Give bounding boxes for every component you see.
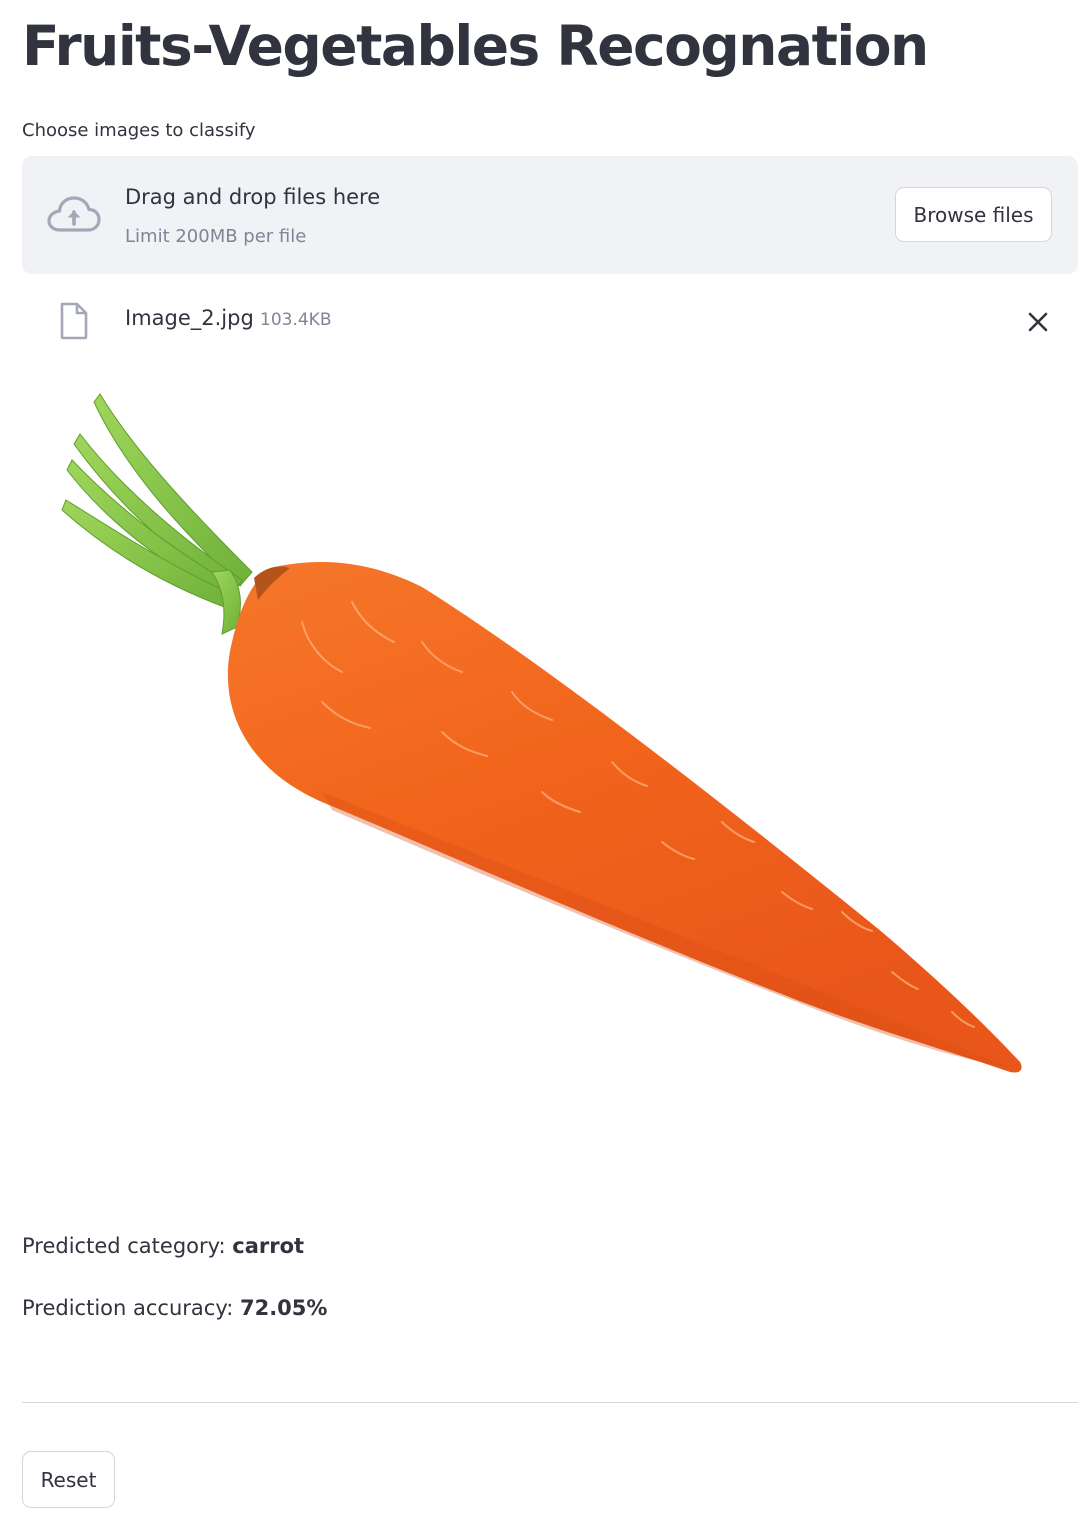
carrot-image <box>61 393 1022 1073</box>
predicted-category-label: Predicted category: <box>22 1234 233 1258</box>
divider <box>22 1402 1078 1403</box>
prediction-accuracy-value: 72.05% <box>239 1296 328 1320</box>
uploader-label: Choose images to classify <box>22 120 256 141</box>
predicted-category: Predicted category: carrot <box>22 1234 304 1258</box>
dropzone-title: Drag and drop files here <box>125 185 381 209</box>
dropzone-limit: Limit 200MB per file <box>125 226 307 247</box>
prediction-accuracy: Prediction accuracy: 72.05% <box>22 1296 327 1320</box>
file-name: Image_2.jpg <box>125 306 254 330</box>
close-icon <box>1028 312 1048 332</box>
remove-file-button[interactable] <box>1022 306 1054 338</box>
file-icon <box>58 302 90 340</box>
browse-files-button[interactable]: Browse files <box>895 187 1052 242</box>
prediction-accuracy-label: Prediction accuracy: <box>22 1296 240 1320</box>
page-title: Fruits-Vegetables Recognation <box>22 14 929 78</box>
file-size: 103.4KB <box>260 310 332 330</box>
file-dropzone[interactable]: Drag and drop files here Limit 200MB per… <box>22 156 1078 274</box>
cloud-upload-icon <box>46 194 102 236</box>
uploaded-file-item: Image_2.jpg 103.4KB <box>22 296 1078 346</box>
uploaded-image-preview <box>22 372 1078 1178</box>
reset-button[interactable]: Reset <box>22 1451 115 1508</box>
predicted-category-value: carrot <box>232 1234 305 1258</box>
